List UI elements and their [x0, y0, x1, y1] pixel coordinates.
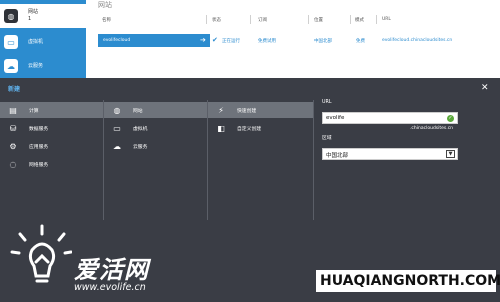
box-icon: ◧	[217, 123, 225, 133]
category-label: 应用服务	[29, 144, 49, 150]
nav-item-cloud-services[interactable]: ☁ 云服务	[0, 54, 86, 78]
site-name: evolifecloud	[103, 38, 131, 43]
service-column: ◍ 网站 ▭ 虚拟机 ☁ 云服务	[104, 100, 208, 220]
network-icon: ◌	[9, 159, 17, 169]
arrow-right-icon[interactable]: ➔	[200, 36, 206, 44]
url-field[interactable]: ✓	[322, 112, 458, 124]
close-icon[interactable]: ✕	[481, 83, 489, 93]
nav-item-label: 网站	[28, 9, 39, 15]
globe-icon: ◍	[4, 9, 18, 23]
service-label: 虚拟机	[133, 126, 148, 132]
column-divider	[250, 15, 251, 24]
watermark-corner: HUAQIANGNORTH.COM	[316, 270, 500, 292]
category-data-services[interactable]: ⛁ 数据服务	[0, 120, 103, 136]
watermark-brand: 爱活网	[74, 256, 149, 284]
subscription-text: 免费试用	[258, 39, 276, 44]
url-suffix: .chinacloudsites.cn	[410, 126, 454, 131]
category-network-services[interactable]: ◌ 网络服务	[0, 156, 103, 172]
nav-item-label: 虚拟机	[28, 38, 44, 45]
column-header-url[interactable]: URL	[382, 17, 391, 22]
lightbulb-logo-icon	[10, 224, 72, 283]
action-label: 快速创建	[237, 108, 257, 114]
nav-item-label: 云服务	[28, 62, 44, 69]
watermark-corner-text: HUAQIANGNORTH.COM	[320, 273, 500, 289]
check-icon: ✔	[212, 36, 218, 44]
column-header-subscription[interactable]: 订阅	[258, 17, 267, 23]
column-divider	[206, 15, 207, 24]
drawer-title: 新建	[8, 86, 21, 93]
watermark-logo: 爱活网 www.evolife.cn	[8, 216, 198, 300]
status-text: 正在运行	[222, 39, 240, 44]
page-title: 网站	[98, 1, 112, 9]
nav-item-websites[interactable]: ◍ 网站 1	[0, 4, 86, 28]
table-row[interactable]: evolifecloud ➔ ✔ 正在运行 免费试用 中国北部 免费 evoli…	[98, 34, 500, 47]
nav-item-vms[interactable]: ▭ 虚拟机	[0, 30, 86, 54]
category-label: 计算	[29, 108, 39, 114]
service-website[interactable]: ◍ 网站	[104, 102, 207, 118]
column-divider	[376, 15, 377, 24]
url-link[interactable]: evolifecloud.chinacloudsites.cn	[382, 38, 452, 43]
service-label: 云服务	[133, 144, 148, 150]
url-input[interactable]	[323, 113, 443, 123]
region-select[interactable]: 中国北部 ▼	[322, 148, 458, 160]
category-column: ▤ 计算 ⛁ 数据服务 ⚙ 应用服务 ◌ 网络服务	[0, 100, 104, 220]
column-header-location[interactable]: 位置	[314, 17, 323, 23]
location-text: 中国北部	[314, 39, 332, 44]
portal-top: ◍ 网站 1 ▭ 虚拟机 ☁ 云服务 网站 名称 状态 订阅 位置 模式 URL	[0, 0, 500, 78]
mode-text: 免费	[356, 39, 365, 44]
watermark-site: www.evolife.cn	[74, 282, 146, 293]
database-icon: ⛁	[9, 123, 17, 133]
url-label: URL	[322, 100, 332, 105]
service-vm[interactable]: ▭ 虚拟机	[104, 120, 207, 136]
action-column: ⚡ 快速创建 ◧ 自定义创建	[208, 100, 314, 220]
column-header-mode[interactable]: 模式	[355, 17, 364, 23]
action-custom-create[interactable]: ◧ 自定义创建	[208, 120, 313, 136]
nav-item-count: 1	[28, 16, 32, 22]
category-app-services[interactable]: ⚙ 应用服务	[0, 138, 103, 154]
app-services-icon: ⚙	[9, 141, 17, 151]
column-divider	[308, 15, 309, 24]
column-divider	[350, 15, 351, 24]
category-label: 数据服务	[29, 126, 49, 132]
globe-icon: ◍	[113, 105, 121, 115]
cloud-icon: ☁	[113, 141, 121, 151]
cloud-icon: ☁	[4, 59, 18, 73]
category-label: 网络服务	[29, 162, 49, 168]
region-label: 区域	[322, 136, 332, 141]
row-name-cell[interactable]: evolifecloud ➔	[98, 34, 210, 47]
action-label: 自定义创建	[237, 126, 261, 132]
service-label: 网站	[133, 108, 143, 114]
left-nav: ◍ 网站 1 ▭ 虚拟机 ☁ 云服务	[0, 0, 86, 78]
quick-create-form: URL ✓ .chinacloudsites.cn 区域 中国北部 ▼	[322, 100, 462, 160]
column-header-name[interactable]: 名称	[102, 17, 111, 23]
region-value: 中国北部	[326, 153, 349, 159]
monitor-icon: ▭	[4, 35, 18, 49]
chevron-down-icon[interactable]: ▼	[446, 150, 455, 158]
valid-check-icon: ✓	[447, 115, 454, 122]
column-header-status[interactable]: 状态	[212, 17, 221, 23]
compute-icon: ▤	[9, 105, 17, 115]
category-compute[interactable]: ▤ 计算	[0, 102, 103, 118]
service-cloud[interactable]: ☁ 云服务	[104, 138, 207, 154]
monitor-icon: ▭	[113, 123, 121, 133]
action-quick-create[interactable]: ⚡ 快速创建	[208, 102, 313, 118]
lightning-icon: ⚡	[218, 105, 224, 115]
